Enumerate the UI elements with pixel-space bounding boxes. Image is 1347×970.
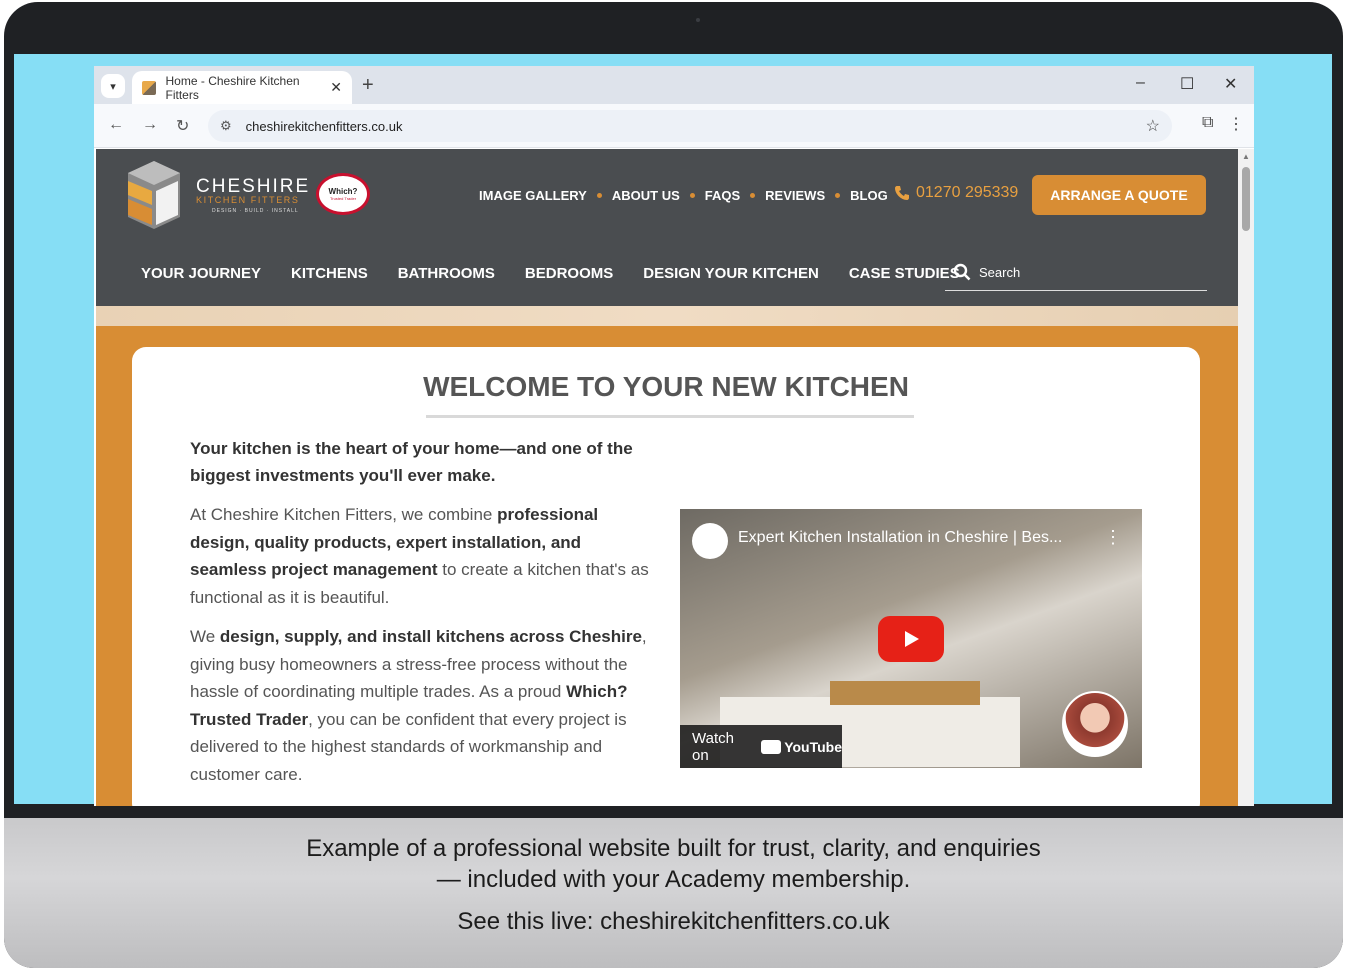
phone-icon bbox=[895, 186, 909, 200]
tab-search-button[interactable]: ▾ bbox=[101, 74, 125, 98]
maximize-icon[interactable]: ☐ bbox=[1180, 74, 1194, 94]
which-trusted-trader-badge[interactable]: Which? Trusted Trader bbox=[316, 173, 370, 215]
intro-paragraph-1: At Cheshire Kitchen Fitters, we combine … bbox=[190, 501, 660, 611]
arrange-quote-button[interactable]: ARRANGE A QUOTE bbox=[1032, 175, 1206, 215]
site-info-icon[interactable]: ⚙ bbox=[220, 118, 232, 134]
watch-on-label: Watch on bbox=[692, 729, 734, 764]
p1-text-a: At Cheshire Kitchen Fitters, we combine bbox=[190, 505, 498, 524]
web-page: CHESHIRE KITCHEN FITTERS DESIGN · BUILD … bbox=[96, 149, 1238, 806]
close-window-icon[interactable]: ✕ bbox=[1224, 74, 1237, 94]
scroll-up-icon[interactable]: ▲ bbox=[1242, 152, 1250, 161]
nav-design-your-kitchen[interactable]: DESIGN YOUR KITCHEN bbox=[643, 265, 819, 282]
nav-separator bbox=[596, 193, 602, 198]
youtube-icon bbox=[761, 739, 782, 754]
url-field[interactable]: ⚙ cheshirekitchenfitters.co.uk ☆ bbox=[208, 110, 1172, 142]
nav-bathrooms[interactable]: BATHROOMS bbox=[398, 265, 495, 282]
nav-about-us[interactable]: ABOUT US bbox=[612, 188, 680, 203]
video-title[interactable]: Expert Kitchen Installation in Cheshire … bbox=[738, 529, 1062, 547]
site-header: CHESHIRE KITCHEN FITTERS DESIGN · BUILD … bbox=[96, 149, 1238, 306]
play-icon bbox=[905, 631, 919, 647]
page-scrollbar[interactable]: ▲ bbox=[1238, 149, 1254, 806]
nav-separator bbox=[689, 193, 695, 198]
tab-bar: ▾ Home - Cheshire Kitchen Fitters ✕ + – … bbox=[94, 66, 1254, 104]
nav-image-gallery[interactable]: IMAGE GALLERY bbox=[479, 188, 587, 203]
caption-live-link: See this live: cheshirekitchenfitters.co… bbox=[457, 908, 890, 935]
thumbnail-worktop bbox=[830, 681, 980, 705]
nav-kitchens[interactable]: KITCHENS bbox=[291, 265, 368, 282]
nav-bedrooms[interactable]: BEDROOMS bbox=[525, 265, 613, 282]
nav-separator bbox=[750, 193, 756, 198]
bookmark-star-icon[interactable]: ☆ bbox=[1146, 116, 1160, 136]
reload-icon[interactable]: ↻ bbox=[176, 116, 189, 136]
caption-line-1: Example of a professional website built … bbox=[306, 835, 1041, 862]
nav-case-studies[interactable]: CASE STUDIES bbox=[849, 265, 960, 282]
tab-title: Home - Cheshire Kitchen Fitters bbox=[165, 73, 300, 102]
camera-dot bbox=[696, 18, 700, 22]
site-search-input[interactable]: Search bbox=[945, 254, 1207, 291]
scrollbar-thumb[interactable] bbox=[1242, 167, 1250, 231]
youtube-logo: YouTube bbox=[761, 739, 842, 755]
nav-separator bbox=[835, 193, 841, 198]
main-nav: YOUR JOURNEY KITCHENS BATHROOMS BEDROOMS… bbox=[141, 265, 990, 282]
search-label: Search bbox=[979, 264, 1021, 280]
phone-link[interactable]: 01270 295339 bbox=[894, 184, 1018, 202]
address-bar-row: ← → ↻ ⚙ cheshirekitchenfitters.co.uk ☆ ⧉… bbox=[94, 104, 1254, 148]
play-button[interactable] bbox=[878, 616, 944, 662]
top-nav: IMAGE GALLERY ABOUT US FAQS REVIEWS BLOG bbox=[479, 188, 888, 203]
badge-title: Which? bbox=[328, 187, 358, 196]
new-tab-icon[interactable]: + bbox=[362, 74, 374, 97]
caption-text: Example of a professional website built … bbox=[4, 833, 1343, 895]
phone-number: 01270 295339 bbox=[916, 184, 1019, 201]
forward-icon[interactable]: → bbox=[142, 116, 158, 134]
brand-subtitle: KITCHEN FITTERS bbox=[196, 195, 300, 205]
tab-home[interactable]: Home - Cheshire Kitchen Fitters ✕ bbox=[132, 71, 352, 104]
intro-paragraph-2: We design, supply, and install kitchens … bbox=[190, 623, 660, 788]
nav-faqs[interactable]: FAQS bbox=[705, 188, 740, 203]
chevron-down-icon: ▾ bbox=[110, 80, 116, 93]
minimize-icon[interactable]: – bbox=[1136, 74, 1145, 92]
video-menu-icon[interactable]: ⋮ bbox=[1104, 527, 1122, 548]
presenter-avatar-icon bbox=[1062, 691, 1128, 757]
nav-your-journey[interactable]: YOUR JOURNEY bbox=[141, 265, 261, 282]
page-title: WELCOME TO YOUR NEW KITCHEN bbox=[423, 371, 909, 402]
p2-text-a: We bbox=[190, 627, 220, 646]
nav-reviews[interactable]: REVIEWS bbox=[765, 188, 825, 203]
close-tab-icon[interactable]: ✕ bbox=[330, 79, 342, 96]
p2-text-b: design, supply, and install kitchens acr… bbox=[219, 627, 642, 646]
search-icon bbox=[953, 263, 971, 281]
brand-tagline: DESIGN · BUILD · INSTALL bbox=[212, 208, 299, 214]
youtube-wordmark: YouTube bbox=[784, 738, 842, 755]
badge-subtitle: Trusted Trader bbox=[329, 196, 357, 201]
caption-line-2: — included with your Academy membership. bbox=[436, 866, 911, 893]
monitor-chin: Example of a professional website built … bbox=[4, 818, 1343, 968]
menu-kebab-icon[interactable]: ⋮ bbox=[1228, 114, 1244, 134]
extensions-icon[interactable]: ⧉ bbox=[1202, 114, 1213, 132]
hero-band bbox=[96, 306, 1238, 326]
lead-paragraph: Your kitchen is the heart of your home—a… bbox=[190, 439, 633, 485]
welcome-card: WELCOME TO YOUR NEW KITCHEN Your kitchen… bbox=[132, 347, 1200, 806]
browser-window: ▾ Home - Cheshire Kitchen Fitters ✕ + – … bbox=[94, 66, 1254, 806]
title-divider bbox=[426, 415, 914, 418]
back-icon[interactable]: ← bbox=[108, 116, 124, 134]
url-text: cheshirekitchenfitters.co.uk bbox=[245, 118, 403, 134]
watch-on-youtube-button[interactable]: Watch on YouTube bbox=[680, 725, 842, 768]
youtube-video-embed[interactable]: Expert Kitchen Installation in Cheshire … bbox=[680, 509, 1142, 768]
nav-blog[interactable]: BLOG bbox=[850, 188, 888, 203]
logo-icon[interactable] bbox=[126, 159, 182, 231]
channel-avatar-icon[interactable] bbox=[692, 523, 728, 559]
favicon-icon bbox=[142, 80, 156, 95]
